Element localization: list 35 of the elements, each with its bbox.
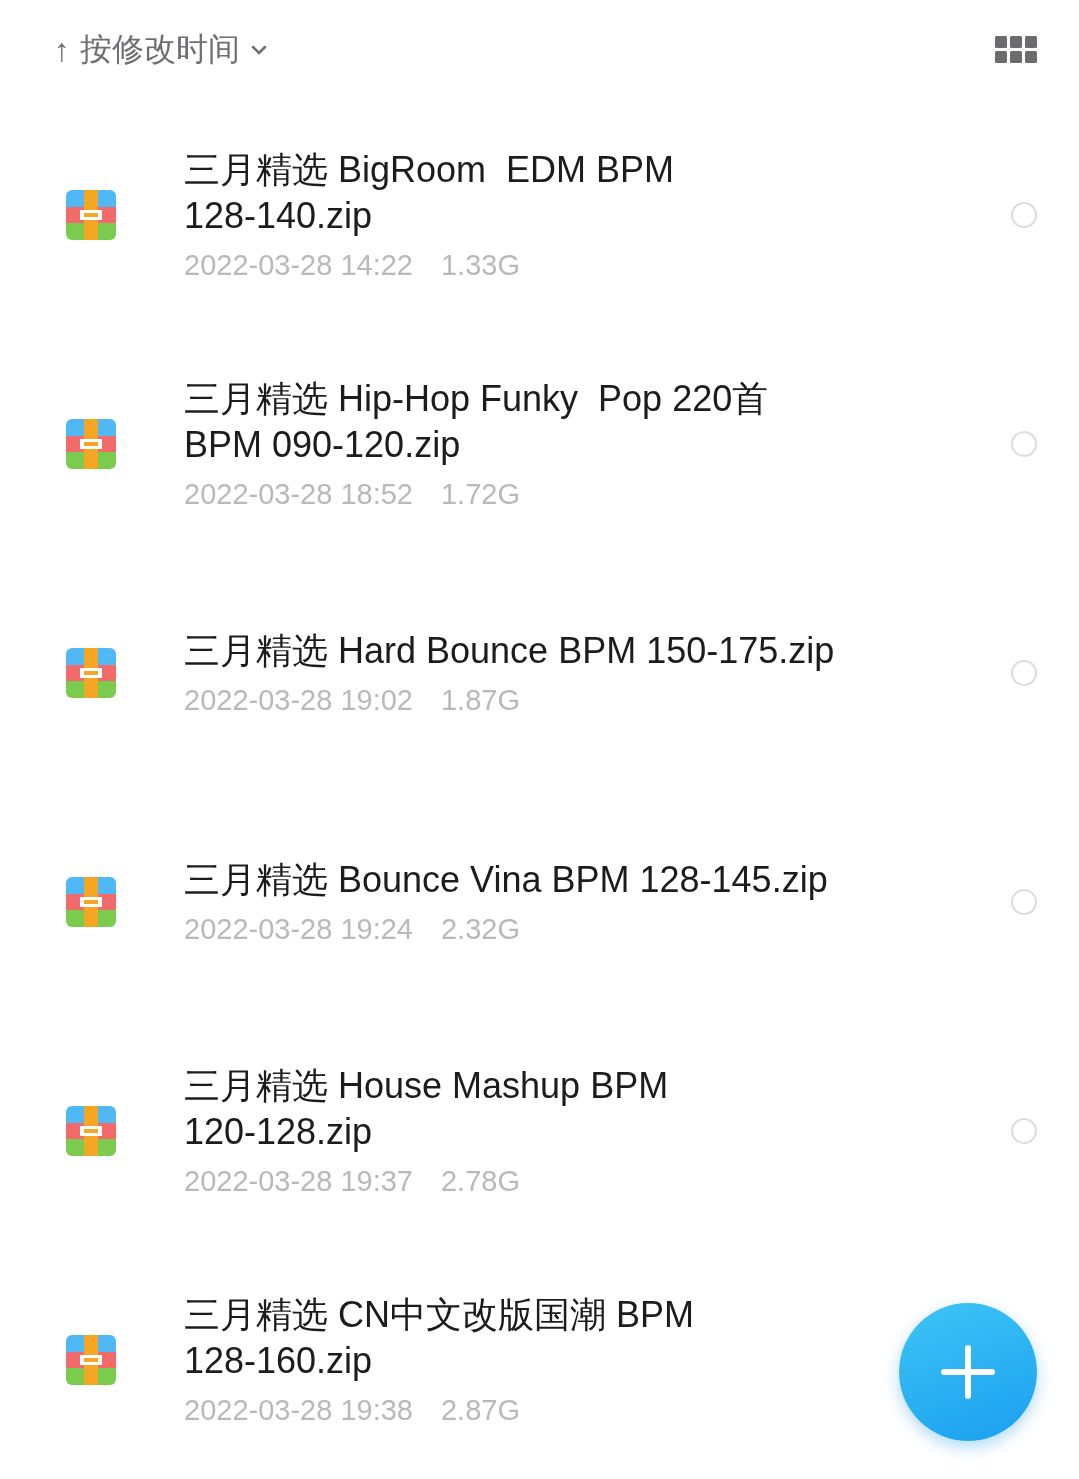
- sort-arrow[interactable]: ↑: [54, 31, 70, 69]
- archive-icon: [66, 418, 116, 469]
- select-radio[interactable]: [1011, 430, 1037, 457]
- file-name[interactable]: 三月精选 Hard Bounce BPM 150-175.zip: [184, 628, 835, 674]
- file-name[interactable]: 三月精选 Bounce Vina BPM 128-145.zip: [184, 857, 828, 903]
- file-date: 2022-03-28 19:38: [184, 1394, 413, 1427]
- grid-view-icon[interactable]: [995, 36, 1037, 64]
- select-radio[interactable]: [1011, 659, 1037, 686]
- chevron-down-icon[interactable]: [250, 44, 268, 56]
- file-date: 2022-03-28 14:22: [184, 249, 413, 282]
- file-date: 2022-03-28 18:52: [184, 478, 413, 511]
- plus-icon: [941, 1345, 995, 1399]
- archive-icon: [66, 1105, 116, 1156]
- file-date: 2022-03-28 19:02: [184, 684, 413, 717]
- archive-icon: [66, 189, 116, 240]
- select-radio[interactable]: [1011, 201, 1037, 228]
- add-button[interactable]: [899, 1303, 1037, 1441]
- file-date: 2022-03-28 19:24: [184, 913, 413, 946]
- archive-icon: [66, 647, 116, 698]
- file-size: 1.72G: [441, 478, 520, 511]
- sort-label[interactable]: 按修改时间: [80, 28, 240, 72]
- archive-icon: [66, 1334, 116, 1385]
- file-date: 2022-03-28 19:37: [184, 1165, 413, 1198]
- select-radio[interactable]: [1011, 1117, 1037, 1144]
- file-name[interactable]: 三月精选 CN中文改版国潮 BPM 128-160.zip: [184, 1292, 694, 1384]
- file-size: 1.33G: [441, 249, 520, 282]
- file-size: 2.87G: [441, 1394, 520, 1427]
- file-name[interactable]: 三月精选 Hip-Hop Funky Pop 220首 BPM 090-120.zip: [184, 376, 769, 468]
- file-size: 1.87G: [441, 684, 520, 717]
- select-radio[interactable]: [1011, 888, 1037, 915]
- file-size: 2.78G: [441, 1165, 520, 1198]
- file-size: 2.32G: [441, 913, 520, 946]
- archive-icon: [66, 876, 116, 927]
- file-name[interactable]: 三月精选 House Mashup BPM 120-128.zip: [184, 1063, 669, 1155]
- file-name[interactable]: 三月精选 BigRoom EDM BPM 128-140.zip: [184, 147, 675, 239]
